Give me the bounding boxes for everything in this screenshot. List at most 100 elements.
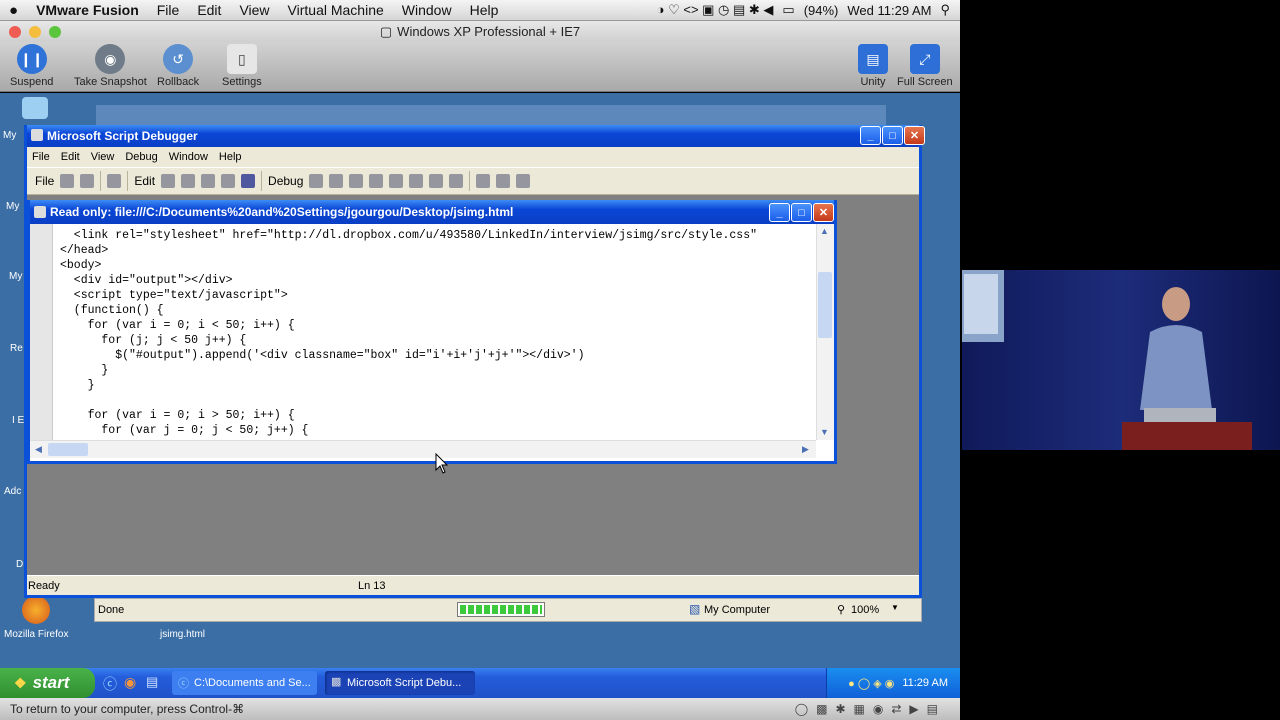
menu-file[interactable]: File <box>148 2 189 18</box>
minimize-button[interactable]: _ <box>860 126 881 145</box>
firefox-quicklaunch-icon[interactable]: ◉ <box>124 674 136 691</box>
run-icon[interactable] <box>309 174 324 188</box>
minimize-window-icon[interactable] <box>29 26 41 38</box>
tray-icons[interactable]: ● ◯ ◈ ◉ <box>848 677 894 690</box>
tray-clock[interactable]: 11:29 AM <box>902 677 948 689</box>
start-button[interactable]: ❖ start <box>0 668 95 698</box>
h-scroll-thumb[interactable] <box>48 443 88 456</box>
status-icons[interactable]: ◑ ♡ <> ▣ ◷ ▤ ✱ ◀ <box>657 2 774 18</box>
desktop-label[interactable]: My <box>6 201 19 212</box>
source-code[interactable]: <link rel="stylesheet" href="http://dl.d… <box>60 228 816 440</box>
desktop-label[interactable]: My <box>9 271 22 282</box>
command-window-icon[interactable] <box>516 174 531 188</box>
show-desktop-icon[interactable]: ▤ <box>146 674 158 690</box>
step-over-icon[interactable] <box>389 174 404 188</box>
background-window-titlebar[interactable] <box>96 105 886 127</box>
clear-breakpoints-icon[interactable] <box>449 174 464 188</box>
apple-menu-icon[interactable]: ● <box>0 2 27 19</box>
call-stack-icon[interactable] <box>496 174 511 188</box>
scroll-up-icon[interactable]: ▲ <box>820 226 829 236</box>
menu-edit[interactable]: Edit <box>61 151 80 163</box>
code-line[interactable]: <div id="output"></div> <box>60 273 816 288</box>
firefox-icon[interactable] <box>22 596 50 624</box>
desktop-label[interactable]: I E <box>12 415 24 426</box>
spotlight-search-icon[interactable]: ⚲ <box>940 2 950 18</box>
suspend-button[interactable]: ❙❙ Suspend <box>10 44 53 88</box>
menu-window[interactable]: Window <box>393 2 461 18</box>
code-line[interactable]: <link rel="stylesheet" href="http://dl.d… <box>60 228 816 243</box>
code-line[interactable]: for (var i = 0; i > 50; i++) { <box>60 408 816 423</box>
desktop-label[interactable]: Re <box>10 343 23 354</box>
jsimg-file-label[interactable]: jsimg.html <box>160 629 205 640</box>
cut-icon[interactable] <box>161 174 176 188</box>
menu-view[interactable]: View <box>230 2 278 18</box>
firefox-label[interactable]: Mozilla Firefox <box>4 629 68 640</box>
take-snapshot-button[interactable]: ◉ Take Snapshot <box>74 44 147 88</box>
zoom-dropdown-icon[interactable]: ▼ <box>891 603 899 612</box>
zoom-window-icon[interactable] <box>49 26 61 38</box>
zoom-icon[interactable]: ⚲ <box>837 603 845 616</box>
unity-button[interactable]: ▤ Unity <box>858 44 888 88</box>
code-line[interactable]: for (var j = 0; j < 50; j++) { <box>60 423 816 438</box>
debugger-titlebar[interactable]: Microsoft Script Debugger _ □ ✕ <box>27 125 925 147</box>
scroll-right-icon[interactable]: ▶ <box>802 444 809 455</box>
close-window-icon[interactable] <box>9 26 21 38</box>
new-icon[interactable] <box>60 174 75 188</box>
open-icon[interactable] <box>80 174 95 188</box>
scroll-down-icon[interactable]: ▼ <box>820 427 829 437</box>
desktop-label[interactable]: Adc <box>4 486 21 497</box>
vertical-scrollbar[interactable]: ▲ ▼ <box>816 224 834 440</box>
menu-help[interactable]: Help <box>461 2 508 18</box>
code-line[interactable]: <body> <box>60 258 816 273</box>
code-line[interactable]: } <box>60 378 816 393</box>
menu-help[interactable]: Help <box>219 151 242 163</box>
menu-view[interactable]: View <box>91 151 115 163</box>
ie-quicklaunch-icon[interactable]: ⓒ <box>103 674 117 694</box>
battery-icon[interactable]: ▭ <box>782 2 794 18</box>
desktop-folder-icon[interactable] <box>22 97 48 119</box>
code-line[interactable]: } <box>60 363 816 378</box>
doc-close-button[interactable]: ✕ <box>813 203 834 222</box>
bookmark-icon[interactable] <box>241 174 256 188</box>
code-line[interactable]: for (var i = 0; i < 50; i++) { <box>60 318 816 333</box>
menu-edit[interactable]: Edit <box>188 2 230 18</box>
hand-icon[interactable] <box>429 174 444 188</box>
app-menu-vmware[interactable]: VMware Fusion <box>27 2 148 18</box>
maximize-button[interactable]: □ <box>882 126 903 145</box>
doc-maximize-button[interactable]: □ <box>791 203 812 222</box>
zoom-level[interactable]: 100% <box>851 604 879 616</box>
taskbar-debugger-task[interactable]: ▩ Microsoft Script Debu... <box>325 671 475 695</box>
code-line[interactable]: for (j; j < 50 j++) { <box>60 333 816 348</box>
save-icon[interactable] <box>107 174 122 188</box>
step-out-icon[interactable] <box>409 174 424 188</box>
device-status-icons[interactable]: ◯▩✱▦◉⇄▶▤ <box>795 702 960 716</box>
step-into-icon[interactable] <box>369 174 384 188</box>
scroll-left-icon[interactable]: ◀ <box>35 444 42 455</box>
code-line[interactable] <box>60 393 816 408</box>
breakpoint-gutter[interactable] <box>30 224 53 440</box>
delete-icon[interactable] <box>221 174 236 188</box>
rollback-button[interactable]: ↺ Rollback <box>157 44 199 88</box>
close-button[interactable]: ✕ <box>904 126 925 145</box>
taskbar-explorer-task[interactable]: ⓒ C:\Documents and Se... <box>172 671 317 695</box>
code-line[interactable]: </head> <box>60 243 816 258</box>
code-line[interactable]: $("#output").append('<div classname="box… <box>60 348 816 363</box>
code-line[interactable]: <script type="text/javascript"> <box>60 288 816 303</box>
code-line[interactable]: (function() { <box>60 303 816 318</box>
paste-icon[interactable] <box>201 174 216 188</box>
scroll-thumb[interactable] <box>818 272 832 338</box>
horizontal-scrollbar[interactable]: ◀ ▶ <box>30 440 816 458</box>
document-titlebar[interactable]: Read only: file:///C:/Documents%20and%20… <box>30 200 834 224</box>
break-icon[interactable] <box>329 174 344 188</box>
copy-icon[interactable] <box>181 174 196 188</box>
menu-debug[interactable]: Debug <box>125 151 157 163</box>
settings-button[interactable]: ▯ Settings <box>222 44 262 88</box>
doc-minimize-button[interactable]: _ <box>769 203 790 222</box>
running-documents-icon[interactable] <box>476 174 491 188</box>
stop-icon[interactable] <box>349 174 364 188</box>
menu-file[interactable]: File <box>32 151 50 163</box>
menu-window[interactable]: Window <box>169 151 208 163</box>
menu-virtual-machine[interactable]: Virtual Machine <box>279 2 393 18</box>
desktop-label[interactable]: My <box>3 130 16 141</box>
full-screen-button[interactable]: ⤢ Full Screen <box>897 44 953 88</box>
